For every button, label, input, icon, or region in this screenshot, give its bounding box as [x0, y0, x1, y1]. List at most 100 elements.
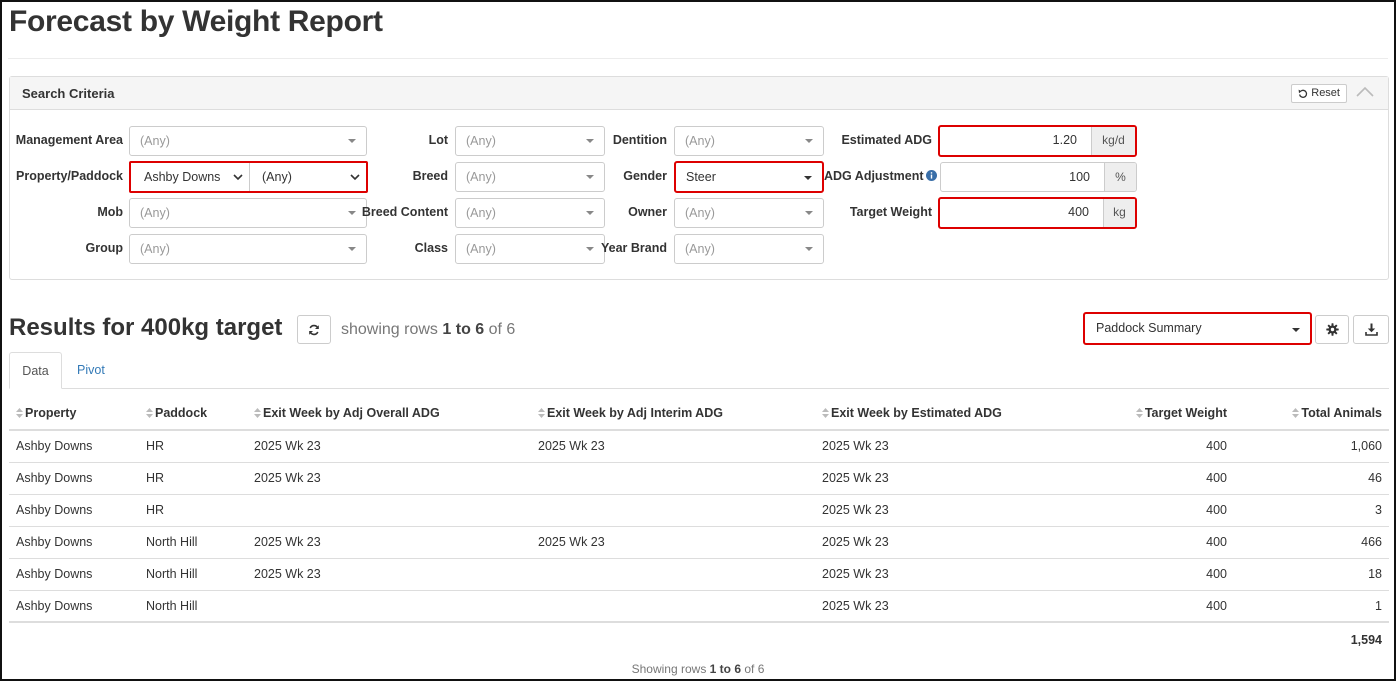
class-label: Class: [414, 241, 448, 255]
column-header-exit-week-adj-interim[interactable]: Exit Week by Adj Interim ADG: [531, 396, 815, 431]
caret-down-icon: [805, 211, 813, 215]
management-area-label: Management Area: [15, 133, 123, 147]
estimated-adg-unit: kg/d: [1091, 127, 1135, 155]
cell-target-weight: 400: [1085, 558, 1234, 591]
cell-exit-week-adj-overall: 2025 Wk 23: [247, 430, 531, 463]
property-paddock-label: Property/Paddock: [16, 169, 123, 183]
breed-select[interactable]: (Any): [455, 162, 605, 192]
app-window: Forecast by Weight Report Search Criteri…: [0, 0, 1396, 681]
group-label: Group: [85, 241, 124, 255]
caret-down-icon: [805, 247, 813, 251]
property-value: Ashby Downs: [144, 170, 221, 184]
column-header-label: Exit Week by Adj Interim ADG: [547, 405, 723, 420]
column-header-label: Property: [25, 405, 77, 420]
table-header-row: Property Paddock Exit Week by Adj Overal…: [9, 396, 1389, 431]
tab-pivot[interactable]: Pivot: [64, 352, 118, 389]
table-row: Ashby Downs North Hill 2025 Wk 23 2025 W…: [9, 558, 1389, 591]
refresh-button[interactable]: [297, 315, 331, 344]
reset-button[interactable]: Reset: [1291, 84, 1347, 103]
rows-info-total: of 6: [488, 321, 516, 338]
settings-button[interactable]: [1315, 315, 1349, 344]
column-header-label: Paddock: [155, 405, 208, 420]
column-header-target-weight[interactable]: Target Weight: [1085, 396, 1234, 431]
mob-select[interactable]: (Any): [129, 198, 367, 228]
sort-icon: [538, 407, 545, 418]
dentition-select[interactable]: (Any): [674, 126, 824, 156]
cell-exit-week-adj-interim: [531, 494, 815, 527]
paddock-select[interactable]: (Any): [250, 163, 366, 191]
tab-data[interactable]: Data: [9, 352, 62, 389]
cell-target-weight: 400: [1085, 590, 1234, 623]
breed-value: (Any): [466, 170, 496, 184]
adg-adjustment-input[interactable]: 100 %: [940, 162, 1137, 192]
results-title: Results for 400kg target: [9, 314, 283, 341]
sort-icon: [16, 407, 23, 418]
cell-property: Ashby Downs: [9, 590, 139, 623]
cell-paddock: North Hill: [139, 558, 247, 591]
target-weight-value: 400: [1068, 205, 1089, 219]
cell-property: Ashby Downs: [9, 462, 139, 495]
cell-total-animals: 1: [1234, 590, 1389, 623]
gender-label: Gender: [623, 169, 667, 183]
chevron-up-icon[interactable]: [1354, 82, 1376, 102]
summary-type-value: Paddock Summary: [1096, 321, 1202, 335]
sort-icon: [146, 407, 153, 418]
owner-select[interactable]: (Any): [674, 198, 824, 228]
column-header-label: Target Weight: [1144, 405, 1227, 420]
owner-label: Owner: [628, 205, 667, 219]
adg-adjustment-label-text: ADG Adjustment: [824, 169, 924, 183]
target-weight-input[interactable]: 400 kg: [938, 197, 1137, 229]
lot-select[interactable]: (Any): [455, 126, 605, 156]
page-title: Forecast by Weight Report: [9, 5, 383, 38]
cell-exit-week-adj-overall: [247, 494, 531, 527]
cell-total-animals: 46: [1234, 462, 1389, 495]
rows-info-range: 1 to 6: [442, 321, 485, 338]
cell-exit-week-adj-overall: 2025 Wk 23: [247, 526, 531, 559]
cell-exit-week-estimated: 2025 Wk 23: [815, 526, 1085, 559]
column-header-paddock[interactable]: Paddock: [139, 396, 247, 431]
property-select[interactable]: Ashby Downs: [131, 163, 250, 191]
total-spacer: [9, 622, 1234, 652]
column-header-total-animals[interactable]: Total Animals: [1234, 396, 1389, 431]
owner-value: (Any): [685, 206, 715, 220]
cell-paddock: HR: [139, 494, 247, 527]
table-row: Ashby Downs North Hill 2025 Wk 23 400 1: [9, 590, 1389, 623]
table-total-row: 1,594: [9, 622, 1389, 652]
download-button[interactable]: [1353, 315, 1389, 344]
sort-icon: [1292, 407, 1300, 418]
paddock-value: (Any): [262, 170, 292, 184]
column-header-exit-week-adj-overall[interactable]: Exit Week by Adj Overall ADG: [247, 396, 531, 431]
lot-value: (Any): [466, 134, 496, 148]
class-select[interactable]: (Any): [455, 234, 605, 264]
cell-property: Ashby Downs: [9, 430, 139, 463]
summary-type-select[interactable]: Paddock Summary: [1083, 312, 1312, 345]
breed-content-value: (Any): [466, 206, 496, 220]
group-select[interactable]: (Any): [129, 234, 367, 264]
column-header-property[interactable]: Property: [9, 396, 139, 431]
breed-content-select[interactable]: (Any): [455, 198, 605, 228]
cell-target-weight: 400: [1085, 430, 1234, 463]
estimated-adg-input[interactable]: 1.20 kg/d: [938, 125, 1137, 157]
cell-paddock: North Hill: [139, 526, 247, 559]
search-criteria-header: Search Criteria Reset: [10, 77, 1388, 110]
cell-total-animals: 1,060: [1234, 430, 1389, 463]
estimated-adg-label: Estimated ADG: [841, 133, 932, 147]
sort-icon: [254, 407, 261, 418]
table-row: Ashby Downs HR 2025 Wk 23 2025 Wk 23 400…: [9, 462, 1389, 495]
management-area-select[interactable]: (Any): [129, 126, 367, 156]
class-value: (Any): [466, 242, 496, 256]
caret-down-icon: [1292, 328, 1300, 332]
column-header-label: Exit Week by Adj Overall ADG: [263, 405, 440, 420]
cell-exit-week-adj-interim: 2025 Wk 23: [531, 526, 815, 559]
chevron-down-icon: [233, 174, 243, 181]
cell-exit-week-estimated: 2025 Wk 23: [815, 462, 1085, 495]
caret-down-icon: [586, 211, 594, 215]
estimated-adg-value: 1.20: [1052, 133, 1077, 147]
info-icon[interactable]: [925, 170, 937, 181]
target-weight-unit: kg: [1103, 199, 1135, 227]
year-brand-select[interactable]: (Any): [674, 234, 824, 264]
gender-select[interactable]: Steer: [674, 161, 824, 193]
results-table: Property Paddock Exit Week by Adj Overal…: [9, 396, 1389, 652]
cell-paddock: HR: [139, 462, 247, 495]
column-header-exit-week-estimated[interactable]: Exit Week by Estimated ADG: [815, 396, 1085, 431]
